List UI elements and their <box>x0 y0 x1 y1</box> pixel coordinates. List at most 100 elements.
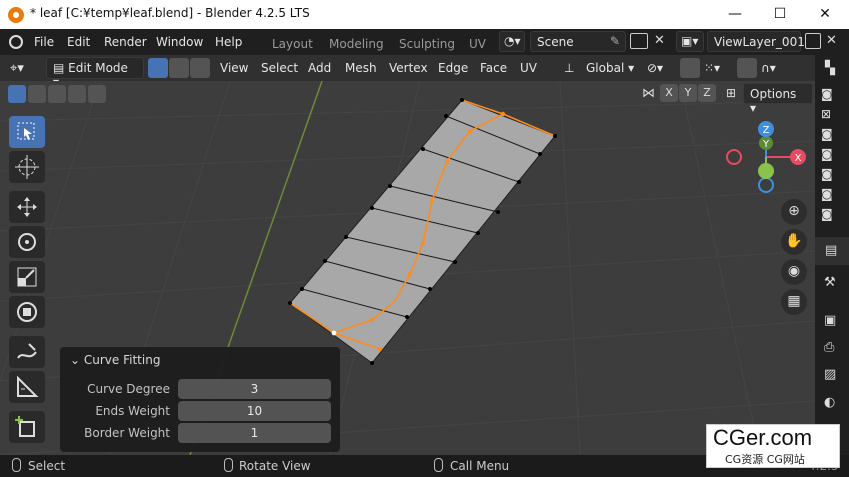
hand-icon: ✋ <box>785 233 803 249</box>
blender-menu-icon[interactable] <box>9 35 23 49</box>
select-new-icon[interactable] <box>8 85 26 103</box>
menu-uv[interactable]: UV <box>520 61 537 75</box>
edge-select-button[interactable] <box>169 58 189 78</box>
vertex-select-button[interactable] <box>148 58 168 78</box>
new-view-layer-icon[interactable] <box>805 33 821 49</box>
select-invert-icon[interactable] <box>68 85 86 103</box>
render-visibility-icon-2[interactable]: ⊠ <box>821 107 831 121</box>
pin-icon[interactable]: ✎ <box>610 34 620 48</box>
mouse-right-icon <box>434 458 443 472</box>
tab-modeling[interactable]: Modeling <box>329 37 384 51</box>
scene-type-icon[interactable]: ◔▾ <box>499 31 525 52</box>
view-layer-properties-icon[interactable]: ▨ <box>824 367 836 382</box>
view-layer-icon[interactable]: ▣▾ <box>676 31 704 52</box>
neg-z-handle <box>758 177 774 193</box>
tab-sculpting[interactable]: Sculpting <box>399 37 455 51</box>
perspective-toggle-button[interactable]: ▦ <box>781 289 807 315</box>
active-vertex <box>331 330 337 336</box>
rotate-icon <box>18 233 36 251</box>
mouse-middle-icon <box>224 458 233 472</box>
ends-weight-field[interactable]: 10 <box>178 401 331 421</box>
axis-lock-z[interactable]: Z <box>698 84 716 102</box>
snap-toggle-icon[interactable] <box>680 58 700 78</box>
editor-type-icon[interactable]: ⌖▾ <box>10 61 24 76</box>
proportional-edit-icon[interactable] <box>737 58 757 78</box>
render-properties-icon[interactable]: ▣ <box>824 313 836 328</box>
menu-add[interactable]: Add <box>308 61 331 75</box>
tab-layout[interactable]: Layout <box>272 37 313 51</box>
move-tool[interactable] <box>9 191 45 223</box>
menu-file[interactable]: File <box>34 35 54 49</box>
select-subtract-icon[interactable] <box>48 85 66 103</box>
mode-selector[interactable]: ▤ Edit Mode ▾ <box>46 57 144 89</box>
face-select-button[interactable] <box>190 58 210 78</box>
3d-viewport[interactable]: ⋈ X Y Z ⊞ Options ▾ Z Y X ⊕ ✋ ◉ ▦ ⌄ Curv… <box>0 81 815 455</box>
output-properties-icon[interactable]: ⎙ <box>824 340 834 355</box>
remove-scene-icon[interactable]: ✕ <box>654 33 665 48</box>
snap-target-icon[interactable]: ⁙▾ <box>704 61 720 75</box>
operator-panel-header[interactable]: ⌄ Curve Fitting <box>70 353 160 367</box>
render-visibility-icon-7[interactable]: ◙ <box>821 207 833 221</box>
render-visibility-icon-1[interactable]: ◙ <box>821 87 833 101</box>
annotate-tool[interactable] <box>9 336 45 368</box>
rotate-tool[interactable] <box>9 226 45 258</box>
menu-edit[interactable]: Edit <box>67 35 90 49</box>
select-extend-icon[interactable] <box>28 85 46 103</box>
properties-tab-active[interactable]: ▤ <box>815 237 849 265</box>
pivot-point-icon[interactable]: ⊘▾ <box>647 61 663 75</box>
pan-button[interactable]: ✋ <box>781 229 807 255</box>
menu-help[interactable]: Help <box>215 35 242 49</box>
axis-lock-y[interactable]: Y <box>679 84 697 102</box>
navigation-gizmo[interactable]: Z Y X <box>720 119 815 199</box>
right-editor-strip: ▚ ◙ ⊠ ◙ ◙ ◙ ◙ ◙ ▤ ⚒ ▣ ⎙ ▨ ◐ <box>815 55 849 455</box>
menu-select[interactable]: Select <box>261 61 298 75</box>
camera-view-button[interactable]: ◉ <box>781 259 807 285</box>
mesh-symmetry-icon[interactable]: ⊞ <box>726 86 736 100</box>
falloff-icon[interactable]: ∩▾ <box>761 61 776 75</box>
menu-view[interactable]: View <box>220 61 248 75</box>
outliner-icon[interactable]: ▚ <box>825 61 835 76</box>
neg-x-handle <box>726 149 742 165</box>
new-scene-icon[interactable] <box>630 33 648 49</box>
view-layer-selector[interactable]: ViewLayer_001 <box>707 31 805 52</box>
transform-orientation-selector[interactable]: Global ▾ <box>586 61 634 75</box>
menu-edge[interactable]: Edge <box>438 61 468 75</box>
menu-face[interactable]: Face <box>480 61 507 75</box>
x-label: X <box>795 153 802 164</box>
render-visibility-icon-4[interactable]: ◙ <box>821 147 833 161</box>
scale-tool[interactable] <box>9 261 45 293</box>
remove-view-layer-icon[interactable]: ✕ <box>826 33 837 48</box>
select-box-tool[interactable] <box>9 116 45 148</box>
menu-window[interactable]: Window <box>156 35 203 49</box>
ends-weight-row: Ends Weight 10 <box>60 401 340 421</box>
menu-vertex[interactable]: Vertex <box>389 61 428 75</box>
tool-settings-icon[interactable]: ⚒ <box>824 275 836 290</box>
options-dropdown[interactable]: Options ▾ <box>743 83 813 115</box>
cursor-tool[interactable] <box>9 151 45 183</box>
tab-uv[interactable]: UV <box>469 37 486 51</box>
title-bar: * leaf [C:¥temp¥leaf.blend] - Blender 4.… <box>0 0 849 29</box>
menu-render[interactable]: Render <box>104 35 147 49</box>
border-weight-field[interactable]: 1 <box>178 423 331 443</box>
menu-mesh[interactable]: Mesh <box>345 61 377 75</box>
axis-lock-x[interactable]: X <box>660 84 678 102</box>
add-cube-tool[interactable] <box>9 411 45 443</box>
maximize-button[interactable]: ☐ <box>765 4 795 24</box>
minimize-button[interactable]: — <box>720 4 750 24</box>
measure-icon <box>17 375 39 397</box>
curve-degree-field[interactable]: 3 <box>178 379 331 399</box>
render-visibility-icon-3[interactable]: ◙ <box>821 127 833 141</box>
close-button[interactable]: ✕ <box>810 4 840 24</box>
watermark-sub: CG资源 CG网站 <box>725 453 805 466</box>
mouse-left-icon <box>12 458 21 472</box>
render-visibility-icon-5[interactable]: ◙ <box>821 167 833 181</box>
scene-properties-icon[interactable]: ◐ <box>824 395 835 410</box>
chevron-down-icon: ⌄ <box>70 353 81 367</box>
render-visibility-icon-6[interactable]: ◙ <box>821 187 833 201</box>
status-select: Select <box>28 459 66 473</box>
zoom-button[interactable]: ⊕ <box>781 199 807 225</box>
select-intersect-icon[interactable] <box>88 85 106 103</box>
measure-tool[interactable] <box>9 371 45 403</box>
y-label: Y <box>762 139 770 150</box>
transform-tool[interactable] <box>9 296 45 328</box>
